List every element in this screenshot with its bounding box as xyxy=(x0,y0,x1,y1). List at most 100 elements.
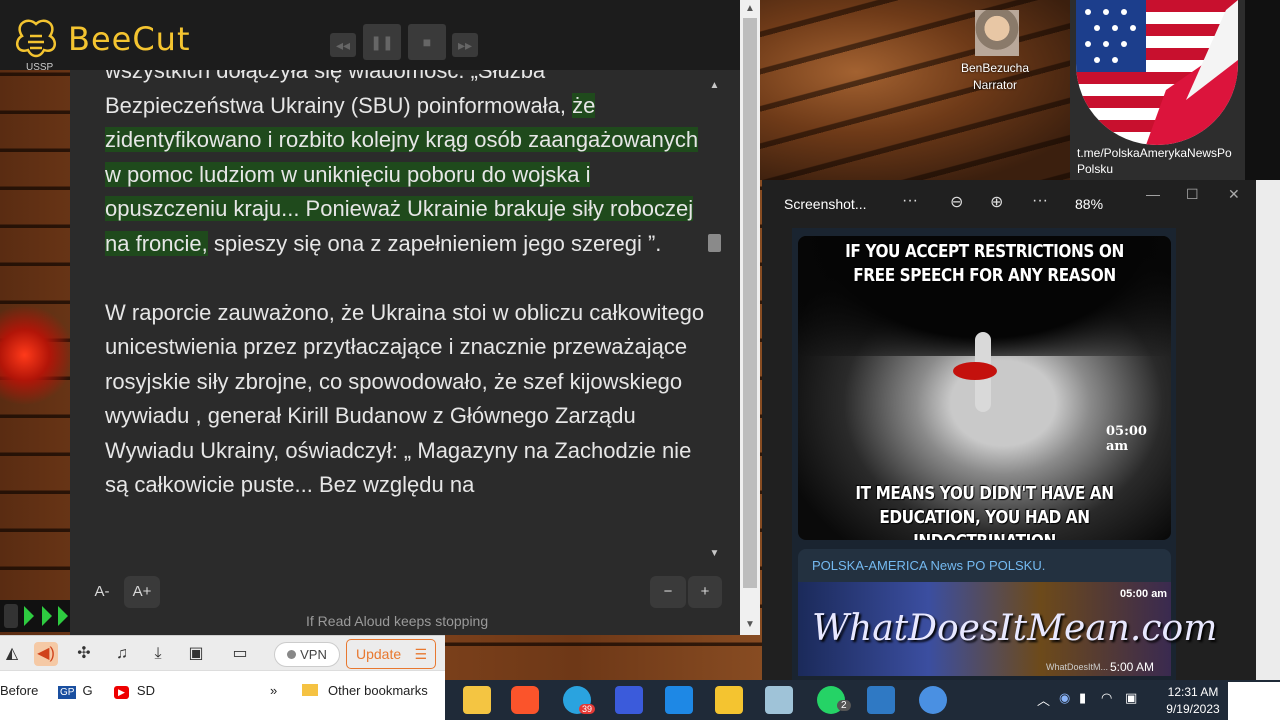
stop-button[interactable]: ■ xyxy=(408,24,446,60)
scroll-up-icon[interactable]: ▲ xyxy=(706,78,723,94)
more-icon[interactable]: ··· xyxy=(1032,192,1048,210)
puzzle-icon[interactable]: ✣ xyxy=(72,642,96,666)
reader-scrollbar[interactable]: ▲ ▼ xyxy=(706,76,723,566)
reader-text-after: spieszy się ona z zapełnieniem jego szer… xyxy=(207,230,662,256)
meme-lips xyxy=(953,362,997,380)
sidebar-icon[interactable]: ▣ xyxy=(184,642,208,666)
update-label: Update xyxy=(356,646,402,662)
font-decrease-button[interactable]: A- xyxy=(86,576,118,608)
vpn-label: VPN xyxy=(300,647,327,662)
maximize-icon[interactable]: ☐ xyxy=(1186,186,1199,203)
notes-icon[interactable] xyxy=(765,686,793,714)
bookmark-gp[interactable]: GP G xyxy=(58,683,93,699)
bookmark-youtube[interactable]: ▶ SD xyxy=(114,683,155,699)
page-scroll-up-icon[interactable]: ▲ xyxy=(740,1,760,17)
vpn-button[interactable]: VPN xyxy=(274,642,340,667)
tray-app-icon[interactable]: ◉ xyxy=(1059,690,1070,706)
wdim-title: WhatDoesItMean.com xyxy=(812,608,1218,649)
bookmark-before[interactable]: Before xyxy=(0,683,38,698)
beecut-toolbar: BeeCut ◂◂ ❚❚ ■ ▸▸ xyxy=(0,0,760,70)
wdim-timestamp-top: 05:00 am xyxy=(1120,588,1168,600)
channel-card[interactable]: POLSKA-AMERICA News PO POLSKU. xyxy=(798,549,1171,582)
telegram-badge: 39 xyxy=(579,704,596,714)
wdim-image[interactable]: 05:00 am WhatDoesItMean.com WhatDoesItM.… xyxy=(798,582,1217,676)
rewind-button[interactable]: ◂◂ xyxy=(330,33,356,57)
viewer-title[interactable]: Screenshot... xyxy=(784,196,867,212)
music-icon[interactable]: ♫ xyxy=(110,642,134,666)
photos-icon[interactable] xyxy=(867,686,895,714)
file-explorer-icon[interactable] xyxy=(463,686,491,714)
page-scroll-thumb[interactable] xyxy=(743,18,757,588)
youtube-icon: ▶ xyxy=(114,686,129,699)
read-aloud-extension-icon[interactable]: ◀) xyxy=(34,642,58,666)
meme-timestamp: 05:00 am xyxy=(1106,424,1147,454)
wallet-icon[interactable]: ▭ xyxy=(228,642,252,666)
menu-icon: ☰ xyxy=(414,646,427,662)
download-icon[interactable]: ⤓ xyxy=(146,642,170,666)
bookmark-youtube-label: SD xyxy=(136,683,155,698)
more-options-icon[interactable]: ··· xyxy=(902,192,918,210)
reader-text-before: wszystkich dołączyła się wiadomość: „Słu… xyxy=(105,70,573,118)
read-aloud-panel: wszystkich dołączyła się wiadomość: „Słu… xyxy=(70,70,740,565)
zoom-level: 88% xyxy=(1075,196,1104,212)
reader-paragraph: wszystkich dołączyła się wiadomość: „Słu… xyxy=(105,70,705,261)
meme-top-text: IF YOU ACCEPT RESTRICTIONS ON FREE SPEEC… xyxy=(845,241,1124,286)
narrator-role: Narrator xyxy=(972,78,1017,92)
beecut-taskbar-icon[interactable] xyxy=(715,686,743,714)
folder-icon xyxy=(302,684,318,696)
update-button[interactable]: Update ☰ xyxy=(346,639,436,669)
media-player-icon[interactable] xyxy=(919,686,947,714)
whatsapp-badge: 2 xyxy=(837,700,851,711)
minimize-icon[interactable]: — xyxy=(1146,186,1160,202)
pause-button[interactable]: ❚❚ xyxy=(363,24,401,60)
reader-text: wszystkich dołączyła się wiadomość: „Słu… xyxy=(105,70,705,537)
speed-increase-button[interactable]: + xyxy=(688,576,722,608)
forward-button[interactable]: ▸▸ xyxy=(452,33,478,57)
reader-footer: A- A+ − + If Read Aloud keeps stopping xyxy=(70,565,740,635)
zoom-in-icon[interactable]: ⊕ xyxy=(990,192,1003,212)
window-edge xyxy=(1256,180,1280,680)
zoom-out-icon[interactable]: ⊖ xyxy=(950,192,963,212)
mini-icon-strip xyxy=(0,600,70,632)
page-scroll-down-icon[interactable]: ▼ xyxy=(740,617,760,633)
tray-clock[interactable]: 12:31 AM 9/19/2023 xyxy=(1162,684,1224,718)
channel-name: POLSKA-AMERICA News PO POLSKU. xyxy=(812,558,1046,573)
windows-taskbar: 39 2 ︿ ◉ ▮ ◠ ▣ xyxy=(445,680,1280,720)
red-lamps-decoration xyxy=(0,300,70,410)
app-title: BeeCut xyxy=(68,20,191,58)
close-icon[interactable]: ✕ xyxy=(1228,186,1240,203)
dark-strip xyxy=(1245,0,1280,180)
other-bookmarks[interactable]: Other bookmarks xyxy=(302,683,428,698)
narrator-avatar xyxy=(975,10,1019,56)
app-icon[interactable]: ◭ xyxy=(0,642,24,666)
reader-help-note[interactable]: If Read Aloud keeps stopping xyxy=(306,613,488,629)
show-desktop-button[interactable] xyxy=(1228,682,1280,720)
wifi-icon[interactable]: ◠ xyxy=(1101,690,1112,706)
speed-decrease-button[interactable]: − xyxy=(650,576,686,608)
vpn-dot-icon xyxy=(287,650,297,659)
browser-toolbar: ◭ ◀) ✣ ♫ ⤓ ▣ ▭ VPN Update ☰ xyxy=(0,635,445,670)
video-app-icon[interactable] xyxy=(665,686,693,714)
microphone-icon[interactable]: ▮ xyxy=(1079,690,1086,706)
tray-date: 9/19/2023 xyxy=(1166,702,1220,716)
app-icon[interactable] xyxy=(615,686,643,714)
reader-paragraph: W raporcie zauważono, że Ukraina stoi w … xyxy=(105,299,705,498)
narrator-name: BenBezucha xyxy=(960,61,1030,75)
more-bookmarks-button[interactable]: » xyxy=(270,683,277,698)
gp-icon: GP xyxy=(58,686,77,699)
channel-link[interactable]: t.me/PolskaAmerykaNewsPo Polsku xyxy=(1077,145,1247,177)
network-icon[interactable]: ▣ xyxy=(1125,690,1137,706)
other-bookmarks-label: Other bookmarks xyxy=(328,683,428,698)
media-icons xyxy=(4,604,68,628)
wdim-site: WhatDoesItM... xyxy=(1046,662,1109,672)
reader-scroll-thumb[interactable] xyxy=(708,234,721,252)
font-increase-button[interactable]: A+ xyxy=(124,576,160,608)
meme-image[interactable]: IF YOU ACCEPT RESTRICTIONS ON FREE SPEEC… xyxy=(798,236,1171,540)
wdim-timestamp: 5:00 AM xyxy=(1110,660,1155,674)
page-scrollbar[interactable]: ▲ ▼ xyxy=(740,0,760,635)
tray-chevron-icon[interactable]: ︿ xyxy=(1037,690,1050,709)
bee-logo-icon xyxy=(15,19,57,58)
bookmarks-bar: Before GP G ▶ SD » Other bookmarks xyxy=(0,670,445,720)
scroll-down-icon[interactable]: ▼ xyxy=(706,546,723,562)
brave-browser-icon[interactable] xyxy=(511,686,539,714)
